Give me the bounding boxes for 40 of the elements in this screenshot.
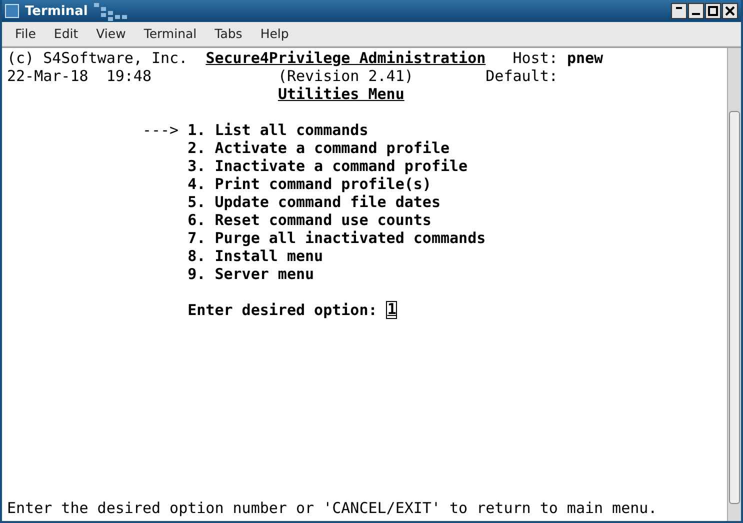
time-text: 19:48 [106, 67, 152, 85]
status-message: Enter the desired option number or 'CANCEL/EXIT' to return to main menu. [7, 499, 658, 517]
window-icon[interactable] [5, 4, 19, 18]
menu-option[interactable]: 3. Inactivate a command profile [188, 157, 468, 175]
selection-pointer: ---> [142, 121, 179, 139]
option-input[interactable]: 1 [386, 301, 398, 319]
menu-option[interactable]: 2. Activate a command profile [188, 139, 450, 157]
scrollbar-thumb[interactable] [729, 111, 740, 504]
menu-item[interactable]: Help [251, 24, 298, 44]
prompt-label: Enter desired option: [188, 301, 378, 319]
host-value: pnew [566, 49, 604, 67]
shade-button[interactable] [671, 3, 687, 19]
close-button[interactable] [722, 3, 738, 19]
menu-item[interactable]: Terminal [134, 24, 206, 44]
titlebar-pattern-icon [94, 1, 130, 21]
menu-option[interactable]: 9. Server menu [188, 265, 314, 283]
maximize-button[interactable] [705, 3, 721, 19]
menu-option[interactable]: 1. List all commands [188, 121, 368, 139]
minimize-button[interactable] [688, 3, 704, 19]
menu-option[interactable]: 4. Print command profile(s) [188, 175, 432, 193]
menu-title: Utilities Menu [278, 85, 404, 103]
revision-text: (Revision 2.41) [278, 67, 414, 85]
menu-item[interactable]: Edit [44, 24, 88, 44]
menu-item[interactable]: File [6, 24, 45, 44]
host-label: Host: [512, 49, 558, 67]
minimize-icon [692, 13, 700, 15]
menu-option[interactable]: 8. Install menu [188, 247, 324, 265]
product-title: Secure4Privilege Administration [206, 49, 486, 67]
close-icon [725, 6, 735, 16]
window-title: Terminal [25, 4, 88, 18]
menu-item[interactable]: Tabs [206, 24, 252, 44]
default-label: Default: [486, 67, 558, 85]
maximize-icon [708, 6, 718, 16]
date-text: 22-Mar-18 [7, 67, 88, 85]
copyright-text: (c) S4Software, Inc. [7, 49, 188, 67]
menu-option[interactable]: 7. Purge all inactivated commands [188, 229, 486, 247]
menu-option[interactable]: 5. Update command file dates [188, 193, 440, 211]
menu-option[interactable]: 6. Reset command use counts [188, 211, 432, 229]
scrollbar[interactable] [727, 48, 741, 521]
menu-item[interactable]: View [87, 24, 135, 44]
